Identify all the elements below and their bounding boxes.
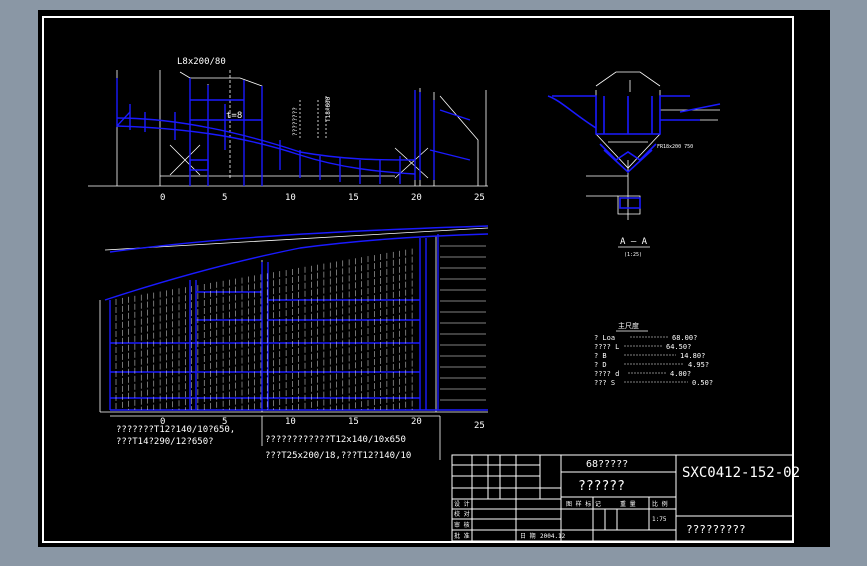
particulars-heading: 主尺度 <box>618 321 639 330</box>
plan-tick-20: 20 <box>411 417 422 427</box>
section-label-right: FR18x200 750 <box>657 144 693 150</box>
plan-note-bottom: ???T25x200/18,???T12?140/10 <box>265 451 411 461</box>
profile-tick-0: 0 <box>160 193 165 203</box>
title-scale-value: 1:75 <box>652 516 667 523</box>
section-scale: (1:25) <box>624 252 642 258</box>
particulars-value-draft: 4.00? <box>670 370 691 378</box>
profile-tick-5: 5 <box>222 193 227 203</box>
particulars-value-loa: 68.00? <box>672 334 697 342</box>
particulars-label-d: ? D <box>594 361 607 369</box>
profile-tick-10: 10 <box>285 193 296 203</box>
col-header-mark: 图 样 标 记 <box>566 500 601 508</box>
profile-dim-vertical-2: T18×600 <box>325 96 332 122</box>
title-company: ????????? <box>686 523 746 536</box>
section-title: A — A <box>620 237 648 247</box>
plan-note-left-1: ???????T12?140/10?650, <box>116 425 235 435</box>
plan-note-left-2: ???T14?290/12?650? <box>116 437 214 447</box>
particulars-label-l: ???? L <box>594 343 619 351</box>
particulars-value-l: 64.50? <box>666 343 691 351</box>
role-designer: 设 计 <box>454 500 470 508</box>
particulars-label-b: ? B <box>594 352 607 360</box>
particulars-value-b: 14.80? <box>680 352 705 360</box>
cad-drawing: L8x200/80 t=8 ???????? T18×600 0 5 10 15… <box>38 10 830 547</box>
col-header-scale: 比 例 <box>652 500 668 508</box>
date-label: 日 期 <box>520 532 536 540</box>
particulars-label-draft: ???? d <box>594 370 619 378</box>
profile-tick-15: 15 <box>348 193 359 203</box>
title-project: 68????? <box>586 459 628 470</box>
plan-tick-15: 15 <box>348 417 359 427</box>
role-reviewer: 审 核 <box>454 521 470 529</box>
plan-tick-25: 25 <box>474 421 485 431</box>
col-header-weight: 重 量 <box>620 500 636 508</box>
profile-dim-vertical-1: ???????? <box>292 107 299 136</box>
plan-tick-10: 10 <box>285 417 296 427</box>
role-checker: 校 对 <box>454 510 470 518</box>
profile-label-t: t=8 <box>226 111 242 121</box>
title-drawing-number: SXC0412-152-02 <box>682 465 800 481</box>
plan-note-mid: ????????????T12x140/10x650 <box>265 435 406 445</box>
title-drawing-name: ?????? <box>578 479 625 494</box>
particulars-label-s: ??? S <box>594 379 615 387</box>
particulars-value-d: 4.95? <box>688 361 709 369</box>
particulars-value-s: 0.50? <box>692 379 713 387</box>
profile-label-top: L8x200/80 <box>177 57 226 67</box>
profile-tick-20: 20 <box>411 193 422 203</box>
date-value: 2004.12 <box>540 533 566 540</box>
cad-viewport: L8x200/80 t=8 ???????? T18×600 0 5 10 15… <box>0 0 867 562</box>
profile-tick-25: 25 <box>474 193 485 203</box>
role-approver: 批 准 <box>454 532 470 540</box>
particulars-label-loa: ? Loa <box>594 334 615 342</box>
